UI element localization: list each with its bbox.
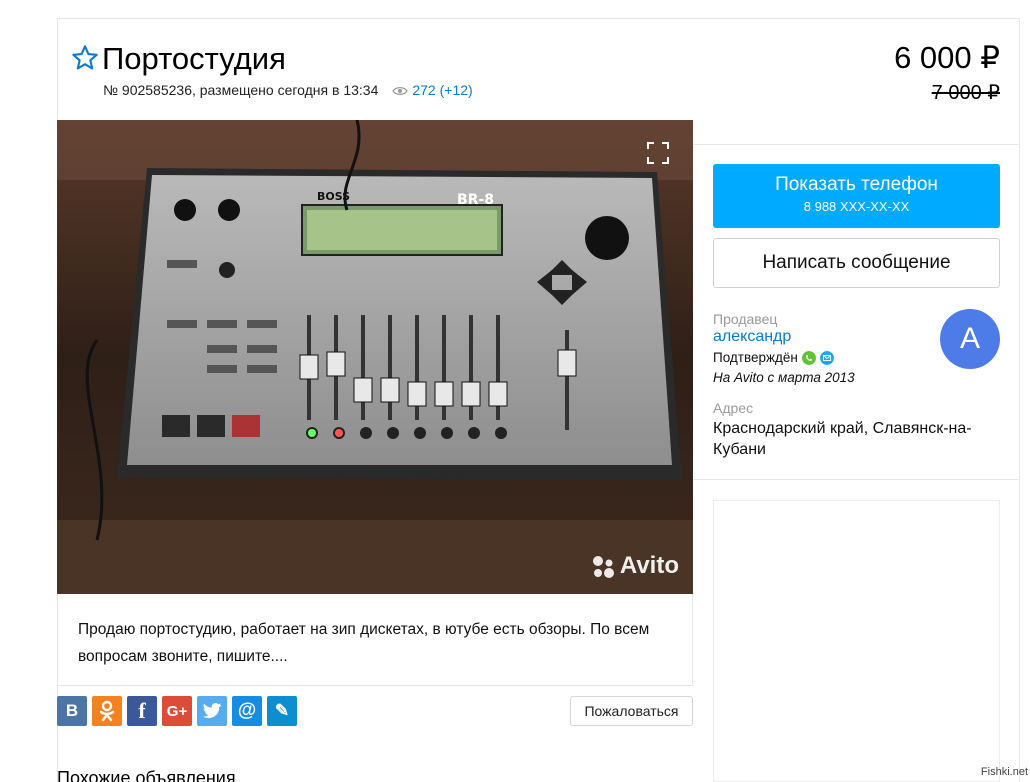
odnoklassniki-icon: [99, 700, 115, 722]
share-twitter-button[interactable]: [197, 696, 227, 726]
seller-avatar[interactable]: А: [940, 309, 1000, 369]
views-count[interactable]: 272 (+12): [412, 82, 472, 98]
listing-description: Продаю портостудию, работает на зип диск…: [57, 594, 693, 686]
share-facebook-button[interactable]: f: [127, 696, 157, 726]
mailru-icon: @: [237, 700, 257, 721]
eye-icon: [392, 87, 409, 96]
listing-meta: № 902585236, размещено сегодня в 13:34 27…: [103, 82, 473, 98]
address-value: Краснодарский край, Славянск-на-Кубани: [713, 420, 972, 458]
avito-logo-icon: [592, 555, 614, 578]
share-livejournal-button[interactable]: ✎: [267, 696, 297, 726]
old-price: 7 000 ₽: [931, 82, 1000, 104]
device-model: BR-8: [457, 192, 494, 208]
write-message-button[interactable]: Написать сообщение: [713, 238, 1000, 288]
share-ok-button[interactable]: [92, 696, 122, 726]
share-buttons: В f G+ @ ✎: [57, 696, 297, 726]
fullscreen-icon[interactable]: [647, 142, 669, 164]
phone-masked: 8 988 XXX-XX-XX: [803, 199, 910, 214]
similar-heading: Похожие объявления: [57, 768, 236, 782]
source-credit: Fishki.net: [980, 766, 1028, 778]
share-vk-button[interactable]: В: [57, 696, 87, 726]
seller-confirmed: Подтверждён: [713, 350, 834, 365]
email-verified-icon: [819, 350, 834, 365]
phone-verified-icon: [801, 350, 816, 365]
confirmed-label: Подтверждён: [713, 350, 798, 365]
facebook-icon: f: [138, 698, 146, 723]
seller-since: На Avito с марта 2013: [713, 370, 855, 385]
address-label: Адрес: [713, 400, 754, 416]
show-phone-label: Показать телефон: [775, 174, 938, 195]
seller-label: Продавец: [713, 311, 778, 327]
complain-button[interactable]: Пожаловаться: [570, 696, 693, 726]
google-plus-icon: G+: [166, 702, 188, 720]
advertisement-placeholder: [713, 500, 1000, 782]
vk-icon: В: [65, 701, 79, 720]
listing-header: Портостудия № 902585236, размещено сегод…: [57, 18, 1020, 114]
seller-name-link[interactable]: александр: [713, 328, 791, 346]
show-phone-button[interactable]: Показать телефон 8 988 XXX-XX-XX: [713, 164, 1000, 228]
portastudio-photo: BOSS BR-8: [57, 120, 693, 594]
listing-photo[interactable]: BOSS BR-8 Avito: [57, 120, 693, 594]
share-mailru-button[interactable]: @: [232, 696, 262, 726]
avito-watermark: Avito: [590, 552, 679, 580]
avito-watermark-text: Avito: [619, 552, 679, 579]
livejournal-icon: ✎: [274, 701, 290, 720]
listing-number-date: № 902585236, размещено сегодня в 13:34: [103, 82, 379, 98]
favorite-star-icon[interactable]: [71, 44, 99, 72]
page-title: Портостудия: [102, 41, 286, 76]
twitter-icon: [202, 703, 222, 719]
price: 6 000 ₽: [894, 40, 1000, 75]
share-google-plus-button[interactable]: G+: [162, 696, 192, 726]
